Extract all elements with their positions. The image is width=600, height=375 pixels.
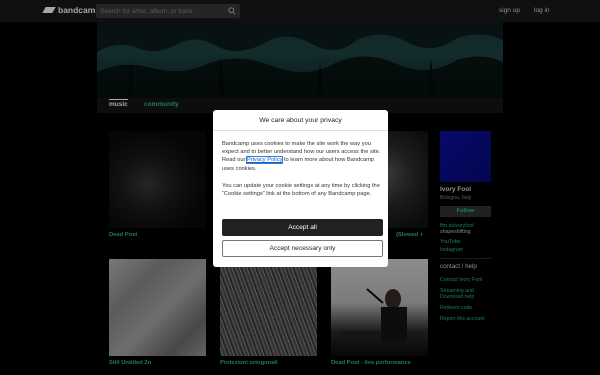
accept-necessary-button[interactable]: Accept necessary only	[222, 240, 383, 257]
cookie-consent-dialog: We care about your privacy Bandcamp uses…	[213, 110, 388, 267]
dialog-title: We care about your privacy	[213, 110, 388, 131]
cookie-description: Bandcamp uses cookies to make the site w…	[222, 140, 382, 173]
cookie-settings-note: You can update your cookie settings at a…	[222, 183, 380, 198]
accept-all-button[interactable]: Accept all	[222, 219, 383, 236]
privacy-policy-link[interactable]: Privacy Policy	[245, 156, 284, 165]
